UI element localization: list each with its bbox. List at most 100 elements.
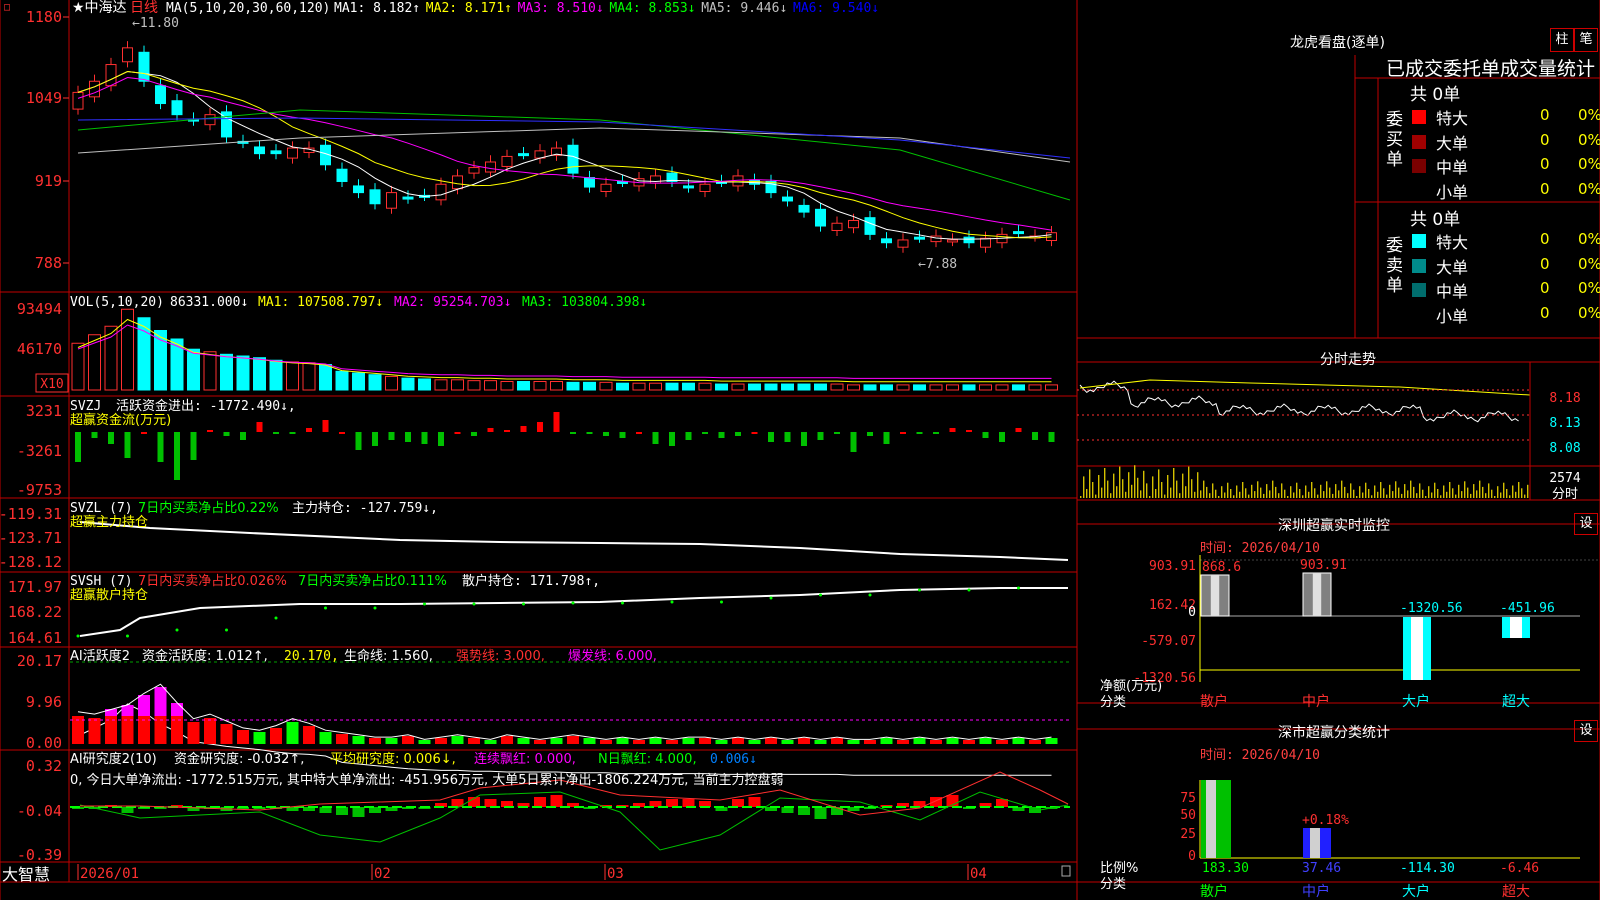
stat-label: 特大 xyxy=(1436,109,1469,128)
tick-view-button[interactable]: 笔 xyxy=(1574,28,1598,52)
intraday-vol-bar xyxy=(1392,491,1394,498)
stat-volume: 0 xyxy=(1540,130,1550,149)
hyd-bar xyxy=(583,738,596,744)
intraday-price-line xyxy=(1079,380,1519,423)
hyd-bar xyxy=(930,740,942,744)
candle-body xyxy=(138,51,150,82)
lock-icon xyxy=(1061,865,1071,877)
flow-bar xyxy=(553,412,560,432)
svzl-subtitle: 超赢主力持仓 xyxy=(70,514,148,530)
flow-bar xyxy=(421,432,428,444)
intraday-vol-bar xyxy=(1140,490,1142,498)
intraday-vol-bar xyxy=(1098,475,1100,498)
ma-value: MA5: 9.446↓ xyxy=(701,1,787,16)
yjd-consec: 连续飘红: 0.000, xyxy=(474,751,576,767)
flow-bar xyxy=(619,432,626,438)
research-bar xyxy=(484,799,497,807)
fl-settings-button[interactable]: 设 xyxy=(1574,720,1598,742)
intraday-vol-bar xyxy=(1404,484,1406,498)
hyd-bar xyxy=(1045,738,1058,744)
svsh-ratio-b: 7日内买卖净占比0.111% xyxy=(298,573,447,589)
volume-bar xyxy=(269,359,283,391)
hyd-life: 生命线: 1.560, xyxy=(344,648,433,664)
stat-label: 小单 xyxy=(1436,182,1469,202)
flow-bar xyxy=(339,432,345,434)
price-tick: 1049 xyxy=(26,89,62,107)
yjd-tick: -0.39 xyxy=(17,846,62,864)
svsh-tick: 171.97 xyxy=(8,578,62,596)
volume-bar xyxy=(467,380,481,391)
stat-title: 已成交委托单成交量统计 xyxy=(1386,58,1596,80)
volume-bar xyxy=(286,361,299,391)
stat-swatch xyxy=(1412,134,1426,149)
hyd-tick: 20.17 xyxy=(17,652,62,670)
intraday-vol-bar xyxy=(1407,490,1409,498)
intraday-vol-bar xyxy=(1527,484,1529,498)
sz-bar-shine xyxy=(1312,573,1322,616)
retail-dot xyxy=(571,601,575,605)
fl-val-sanhu: 183.30 xyxy=(1202,861,1249,876)
stat-percent: 0% xyxy=(1578,179,1600,198)
intraday-vol-bar xyxy=(1206,486,1208,498)
candle-body xyxy=(881,238,892,244)
candle-body xyxy=(897,239,909,248)
intraday-vol-bar xyxy=(1470,493,1472,498)
intraday-vol-bar xyxy=(1248,494,1250,498)
intraday-vol-bar xyxy=(1287,496,1289,498)
intraday-tick: 8.13 xyxy=(1549,416,1580,431)
candle-body xyxy=(501,155,513,167)
intraday-vol-bar xyxy=(1299,489,1301,498)
fl-category: 超大 xyxy=(1502,884,1530,900)
candle-body xyxy=(171,100,183,116)
hyd-bar xyxy=(831,738,843,744)
intraday-vol-bar xyxy=(1401,493,1403,498)
intraday-vol-bar xyxy=(1113,473,1115,498)
candle-body xyxy=(452,175,463,190)
stock-name: ★中海达 xyxy=(72,0,127,16)
intraday-vol-bar xyxy=(1200,490,1202,498)
hyd-bar xyxy=(765,738,777,744)
volume-bar xyxy=(764,383,778,391)
retail-dot xyxy=(1017,586,1020,590)
chart-canvas[interactable]: 1180 1049 919 788 ←11.80 ←7.88 ★中海达 日线 MA(5,10,2… xyxy=(0,0,1600,900)
intraday-vol-bar xyxy=(1437,489,1439,498)
svzj-subtitle: 超赢资金流(万元) xyxy=(70,412,171,428)
intraday-vol-bar xyxy=(1197,472,1199,498)
flow-bar xyxy=(372,432,378,446)
intraday-vol-bar xyxy=(1389,484,1391,498)
stat-label: 特大 xyxy=(1436,233,1469,252)
intraday-vol-bar xyxy=(1383,488,1385,498)
retail-dot xyxy=(373,606,377,610)
hyd-bar xyxy=(781,740,794,744)
hyd-bar xyxy=(418,740,431,744)
yjd-nday: N日飘红: 4.000, xyxy=(598,751,697,767)
candle-body xyxy=(914,236,925,240)
sz-settings-button[interactable]: 设 xyxy=(1574,513,1598,535)
vol-tick: 46170 xyxy=(17,340,62,358)
flow-bar xyxy=(702,432,708,434)
buy-side-label: 委买单 xyxy=(1386,110,1403,170)
intraday-vol-bar xyxy=(1176,480,1178,498)
sz-bar-dahu-shine xyxy=(1411,617,1423,680)
retail-dot xyxy=(522,602,525,606)
intraday-vol-bar xyxy=(1479,480,1481,498)
intraday-vol-bar xyxy=(1164,494,1166,498)
stat-percent: 0% xyxy=(1578,130,1600,149)
flow-bar xyxy=(75,432,81,462)
intraday-vol-bar xyxy=(1125,491,1127,498)
intraday-vol-bar xyxy=(1122,479,1124,498)
intraday-tick: 8.08 xyxy=(1549,441,1580,456)
intraday-vol-bar xyxy=(1191,479,1193,498)
hyd-bar xyxy=(600,740,612,744)
intraday-tick: 8.18 xyxy=(1549,391,1580,406)
volume-bar xyxy=(500,381,514,391)
sz-val-sanhu: 868.6 xyxy=(1202,560,1241,575)
bar-view-button[interactable]: 柱 xyxy=(1550,28,1574,52)
intraday-vol-bar xyxy=(1245,488,1247,498)
candle-body xyxy=(353,185,364,194)
intraday-vol-bar xyxy=(1521,488,1523,498)
intraday-vol-bar xyxy=(1080,496,1082,498)
volume-bar xyxy=(632,382,646,391)
intraday-vol-bar xyxy=(1512,485,1514,498)
volume-bar xyxy=(896,384,910,391)
